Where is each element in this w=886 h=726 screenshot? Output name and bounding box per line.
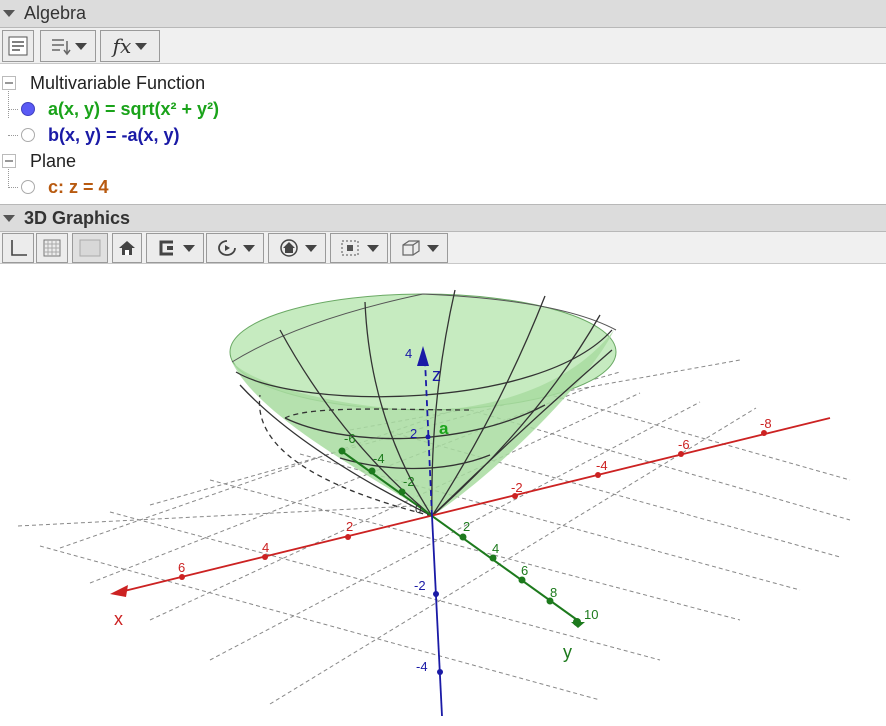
z-tick: 4 bbox=[405, 346, 412, 361]
y-tick: -6 bbox=[344, 431, 356, 446]
group-multivariable-function[interactable]: Multivariable Function bbox=[0, 70, 205, 96]
home-icon bbox=[119, 241, 135, 255]
grid-toggle-button[interactable] bbox=[36, 233, 68, 263]
algebra-header[interactable]: Algebra bbox=[0, 0, 886, 28]
axes-icon bbox=[11, 240, 27, 256]
y-tick: 6 bbox=[521, 563, 528, 578]
collapse-triangle-icon[interactable] bbox=[3, 214, 15, 222]
plane-icon bbox=[79, 239, 101, 257]
graphics3d-view[interactable]: 6 4 2 -2 -4 -6 -8 x -6 -4 -2 2 4 6 8 10 … bbox=[0, 264, 886, 721]
y-axis-label: y bbox=[563, 642, 572, 662]
chevron-down-icon bbox=[427, 244, 439, 252]
clipping-icon bbox=[159, 240, 173, 256]
algebra-view: Multivariable Function a(x, y) = sqrt(x²… bbox=[0, 66, 886, 202]
z-tick: 2 bbox=[410, 426, 417, 441]
x-tick: -4 bbox=[596, 458, 608, 473]
x-tick: 2 bbox=[346, 519, 353, 534]
group-label: Plane bbox=[30, 150, 77, 171]
algebra-description-button[interactable] bbox=[2, 30, 34, 62]
fx-icon: fx bbox=[112, 34, 132, 58]
view-direction-button[interactable] bbox=[268, 233, 326, 263]
view-cube-button[interactable] bbox=[390, 233, 448, 263]
x-tick: -2 bbox=[511, 480, 523, 495]
graphics3d-title: 3D Graphics bbox=[24, 207, 131, 228]
x-tick: -8 bbox=[760, 416, 772, 431]
projection-button[interactable] bbox=[330, 233, 388, 263]
collapse-icon[interactable] bbox=[2, 154, 16, 168]
group-label: Multivariable Function bbox=[30, 72, 206, 93]
home-button[interactable] bbox=[112, 233, 142, 263]
sort-button[interactable] bbox=[40, 30, 96, 62]
y-tick: 4 bbox=[492, 541, 499, 556]
chevron-down-icon bbox=[75, 42, 87, 50]
object-definition: a(x, y) = sqrt(x² + y²) bbox=[48, 98, 220, 119]
y-tick: 10 bbox=[584, 607, 598, 622]
chevron-down-icon bbox=[367, 244, 379, 252]
object-definition: b(x, y) = -a(x, y) bbox=[48, 124, 180, 145]
box-select-icon bbox=[341, 240, 359, 256]
z-tick: -4 bbox=[416, 659, 428, 674]
object-label-a: a bbox=[439, 419, 449, 438]
algebra-toolbar: fx bbox=[0, 28, 886, 64]
view-home-icon bbox=[280, 239, 298, 257]
sort-icon bbox=[52, 39, 71, 56]
graphics3d-toolbar bbox=[0, 232, 886, 264]
origin-label: 0 bbox=[415, 502, 422, 516]
chevron-down-icon bbox=[183, 244, 195, 252]
plane-toggle-button[interactable] bbox=[72, 233, 108, 263]
algebra-title: Algebra bbox=[24, 3, 87, 23]
z-tick: -2 bbox=[414, 578, 426, 593]
graphics3d-header[interactable]: 3D Graphics bbox=[0, 204, 886, 232]
list-item[interactable]: c: z = 4 bbox=[0, 174, 109, 200]
x-tick: 6 bbox=[178, 560, 185, 575]
chevron-down-icon bbox=[135, 42, 148, 50]
graphics3d-canvas[interactable]: 6 4 2 -2 -4 -6 -8 x -6 -4 -2 2 4 6 8 10 … bbox=[0, 264, 886, 721]
visibility-toggle[interactable] bbox=[21, 180, 35, 194]
z-axis-label: z bbox=[432, 365, 441, 385]
y-tick: 8 bbox=[550, 585, 557, 600]
x-axis-label: x bbox=[114, 609, 123, 629]
chevron-down-icon bbox=[243, 244, 255, 252]
y-tick: -2 bbox=[403, 474, 415, 489]
object-definition: c: z = 4 bbox=[48, 176, 109, 197]
grid-icon bbox=[43, 239, 61, 257]
list-item[interactable]: a(x, y) = sqrt(x² + y²) bbox=[0, 96, 219, 122]
collapse-triangle-icon[interactable] bbox=[3, 10, 15, 17]
x-tick: 4 bbox=[262, 540, 269, 555]
visibility-toggle[interactable] bbox=[21, 102, 35, 116]
axes-toggle-button[interactable] bbox=[2, 233, 34, 263]
y-tick: -4 bbox=[373, 451, 385, 466]
x-tick: -6 bbox=[678, 437, 690, 452]
rotate-icon bbox=[218, 240, 236, 256]
group-plane[interactable]: Plane bbox=[0, 148, 76, 174]
list-item[interactable]: b(x, y) = -a(x, y) bbox=[0, 122, 180, 148]
x-axis-arrow-icon bbox=[110, 585, 128, 597]
visibility-toggle[interactable] bbox=[21, 128, 35, 142]
rotate-view-button[interactable] bbox=[206, 233, 264, 263]
clipping-button[interactable] bbox=[146, 233, 204, 263]
cube-icon bbox=[402, 240, 420, 256]
chevron-down-icon bbox=[305, 244, 317, 252]
text-lines-icon bbox=[8, 36, 28, 56]
cone-surface-a[interactable] bbox=[229, 289, 617, 517]
collapse-icon[interactable] bbox=[2, 76, 16, 90]
input-bar-button[interactable]: fx bbox=[100, 30, 160, 62]
y-tick: 2 bbox=[463, 519, 470, 534]
